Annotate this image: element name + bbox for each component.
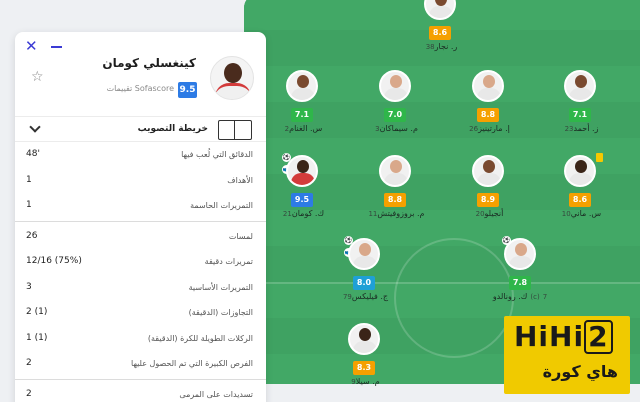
stat-value: 48'	[26, 149, 40, 159]
hihi2-watermark-logo: HiHi 2 هاي كورة	[504, 316, 630, 394]
stat-value: 1	[26, 174, 32, 185]
stat-value: 3	[26, 281, 32, 292]
player-martinez[interactable]: 8.8 إ. مارتينيز26	[448, 70, 528, 133]
player-simakan[interactable]: 7.0 م. سيماكان3	[355, 70, 435, 133]
player-name: ز. أحمد23	[564, 124, 599, 133]
player-name: ج. فيليكس79	[342, 292, 389, 301]
player-rating: 9.5	[291, 193, 313, 207]
player-rating: 8.3	[353, 361, 375, 375]
stat-row: 2 تسديدات على المرمى	[15, 382, 266, 402]
player-coman[interactable]: ⚽ 👟 9.5 ك. كومان21	[262, 153, 342, 218]
player-rating: 8.9	[477, 193, 499, 207]
section-divider	[15, 220, 266, 222]
player-name: أنجيلو20	[475, 209, 504, 218]
player-name: م. سيلا9	[351, 377, 380, 386]
stat-label: لمسات	[228, 231, 253, 241]
player-avatar	[504, 238, 536, 270]
stat-row: 12/16 (75%) تمريرات دقيقة	[15, 249, 266, 275]
stat-row: 1 الأهداف	[15, 168, 266, 194]
player-avatar	[564, 70, 596, 102]
player-name: س. ماني10	[561, 209, 602, 218]
heatmap-toggle[interactable]: خريطة التصويب	[15, 116, 266, 142]
stat-label: الدقائق التي لُعب فيها	[181, 150, 253, 159]
stat-row: 1 (1) الركلات الطويلة للكرة (الدقيقة)	[15, 326, 266, 352]
section-divider	[15, 378, 266, 380]
player-nagar[interactable]: 8.6 ر. نجار38	[400, 0, 480, 51]
minimize-icon[interactable]	[51, 46, 62, 48]
stat-value: 2	[26, 388, 32, 399]
stat-row: 48' الدقائق التي لُعب فيها	[15, 142, 266, 168]
yellow-card-icon	[596, 153, 603, 162]
player-rating: 8.6	[429, 26, 451, 40]
player-stats-popup: ✕ ☆ كينغسلي كومان تقييمات Sofascore 9.5 …	[15, 32, 266, 402]
player-ahmed[interactable]: 7.1 ز. أحمد23	[540, 70, 620, 133]
player-avatar	[379, 155, 411, 187]
player-avatar	[348, 238, 380, 270]
match-lineup-screen: 8.6 ر. نجار38 7.1 س. الغنام2 7.0 م. سيما…	[0, 0, 640, 402]
stat-value: 26	[26, 230, 38, 241]
player-name: ر. نجار38	[425, 42, 458, 51]
stat-label: تسديدات على المرمى	[179, 389, 253, 399]
player-avatar	[472, 70, 504, 102]
stat-value: 1	[26, 200, 32, 210]
player-angelo[interactable]: 8.9 أنجيلو20	[448, 155, 528, 218]
stat-label: الفرص الكبيرة التي تم الحصول عليها	[131, 359, 253, 368]
player-felix[interactable]: ⚽ 👟 8.0 ج. فيليكس79	[324, 236, 404, 301]
player-name: ك. رونالدو (c) 7	[492, 292, 548, 301]
player-avatar	[472, 155, 504, 187]
stat-row: 3 التمريرات الأساسية	[15, 275, 266, 301]
rating-source-label: تقييمات Sofascore	[106, 84, 174, 93]
stat-label: الأهداف	[227, 175, 253, 185]
player-avatar	[564, 155, 596, 187]
player-sylla[interactable]: 8.3 م. سيلا9	[324, 323, 404, 386]
player-rating: 7.8	[509, 276, 531, 290]
stat-value: 2	[26, 358, 32, 368]
player-ronaldo[interactable]: ⚽ 7.8 ك. رونالدو (c) 7	[480, 236, 560, 301]
stat-label: التمريرات الحاسمة	[190, 201, 253, 210]
stat-label: تمريرات دقيقة	[204, 257, 253, 266]
stat-row: 2 (1) التجاوزات (الدقيقة)	[15, 300, 266, 326]
player-rating: 8.6	[569, 193, 591, 207]
stat-value: 2 (1)	[26, 307, 48, 317]
player-mane[interactable]: 8.6 س. ماني10	[540, 153, 620, 218]
player-rating: 7.0	[384, 108, 406, 122]
stat-row: 26 لمسات	[15, 224, 266, 250]
player-name: م. بروزوفيتش11	[368, 209, 425, 218]
rating-badge: 9.5	[178, 82, 197, 98]
player-rating: 7.1	[569, 108, 591, 122]
star-icon[interactable]: ☆	[31, 70, 44, 85]
player-rating: 8.0	[353, 276, 375, 290]
player-avatar	[379, 70, 411, 102]
player-avatar	[286, 70, 318, 102]
player-name: م. سيماكان3	[375, 124, 418, 133]
stat-row: 2 الفرص الكبيرة التي تم الحصول عليها	[15, 351, 266, 377]
player-name-title: كينغسلي كومان	[102, 56, 196, 70]
player-rating: 7.1	[291, 108, 313, 122]
stat-label: التمريرات الأساسية	[188, 282, 253, 292]
player-name: ك. كومان21	[282, 209, 325, 218]
stat-value: 1 (1)	[26, 332, 48, 343]
player-name: إ. مارتينيز26	[469, 124, 510, 133]
player-avatar	[424, 0, 456, 20]
popup-header: ✕ ☆ كينغسلي كومان تقييمات Sofascore 9.5	[15, 32, 266, 116]
heatmap-label: خريطة التصويب	[137, 124, 208, 134]
chevron-down-icon	[29, 121, 41, 133]
player-avatar	[286, 155, 318, 187]
stat-label: الركلات الطويلة للكرة (الدقيقة)	[147, 333, 253, 343]
player-brozovic[interactable]: 8.8 م. بروزوفيتش11	[355, 155, 435, 218]
player-name: س. الغنام2	[284, 124, 323, 133]
stat-value: 12/16 (75%)	[26, 256, 82, 266]
player-rating: 8.8	[384, 193, 406, 207]
stat-row: 1 التمريرات الحاسمة	[15, 193, 266, 219]
player-photo	[210, 56, 254, 100]
stat-label: التجاوزات (الدقيقة)	[188, 308, 253, 317]
player-alghannam[interactable]: 7.1 س. الغنام2	[262, 70, 342, 133]
close-icon[interactable]: ✕	[25, 39, 38, 54]
player-avatar	[348, 323, 380, 355]
player-rating: 8.8	[477, 108, 499, 122]
pitch-icon	[218, 120, 252, 140]
